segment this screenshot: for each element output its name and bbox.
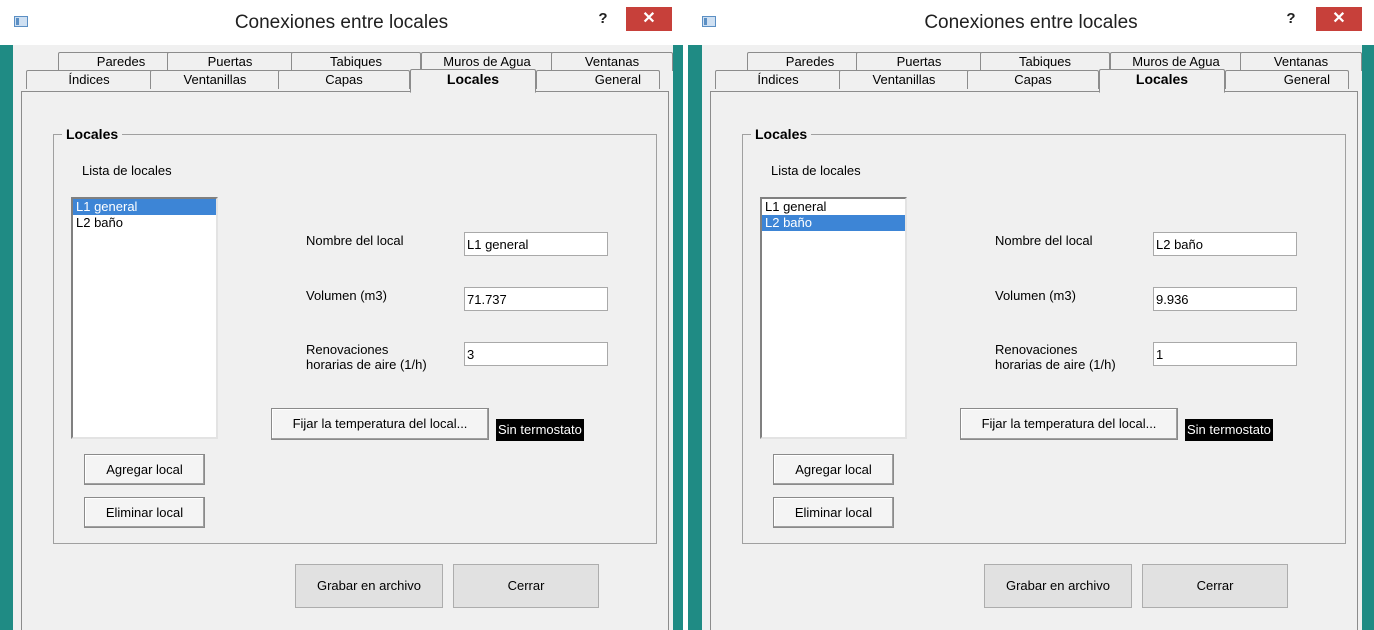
delete-local-button[interactable]: Eliminar local bbox=[773, 497, 894, 528]
window-frame-right bbox=[673, 45, 683, 630]
volume-field[interactable]: 71.737 bbox=[464, 287, 608, 311]
tab-ventanillas[interactable]: Ventanillas bbox=[839, 70, 969, 89]
thermostat-status: Sin termostato bbox=[1185, 419, 1273, 441]
volume-label: Volumen (m3) bbox=[306, 288, 387, 303]
tab-ventanas[interactable]: Ventanas bbox=[551, 52, 673, 71]
tab-tabiques[interactable]: Tabiques bbox=[291, 52, 421, 71]
tab-panel-locales: Locales Lista de locales L1 general L2 b… bbox=[710, 91, 1358, 630]
groupbox-title: Locales bbox=[62, 126, 123, 142]
dialog-window-right: Conexiones entre locales ? ✕ Locales Lis… bbox=[688, 0, 1374, 630]
add-local-button[interactable]: Agregar local bbox=[773, 454, 894, 485]
tab-capas[interactable]: Capas bbox=[967, 70, 1099, 89]
tab-locales[interactable]: Locales bbox=[1099, 69, 1225, 93]
name-label: Nombre del local bbox=[995, 233, 1093, 248]
save-to-file-button[interactable]: Grabar en archivo bbox=[984, 564, 1132, 608]
renov-label-line2: horarias de aire (1/h) bbox=[995, 357, 1116, 372]
list-item-l1-general[interactable]: L1 general bbox=[73, 199, 216, 215]
tab-indices[interactable]: Índices bbox=[26, 70, 152, 89]
tab-tabiques[interactable]: Tabiques bbox=[980, 52, 1110, 71]
groupbox-title: Locales bbox=[751, 126, 812, 142]
list-label: Lista de locales bbox=[771, 163, 861, 178]
title-bar[interactable]: Conexiones entre locales ? ✕ bbox=[0, 0, 683, 45]
tab-puertas[interactable]: Puertas bbox=[856, 52, 982, 71]
thermostat-status: Sin termostato bbox=[496, 419, 584, 441]
window-title: Conexiones entre locales bbox=[234, 12, 449, 33]
dialog-window-left: Conexiones entre locales ? ✕ Locales Lis… bbox=[0, 0, 683, 630]
list-item-l1-general[interactable]: L1 general bbox=[762, 199, 905, 215]
list-item-l2-bano[interactable]: L2 baño bbox=[762, 215, 905, 231]
name-field[interactable]: L1 general bbox=[464, 232, 608, 256]
tab-panel-locales: Locales Lista de locales L1 general L2 b… bbox=[21, 91, 669, 630]
list-item-l2-bano[interactable]: L2 baño bbox=[73, 215, 216, 231]
window-title: Conexiones entre locales bbox=[924, 12, 1138, 33]
tab-paredes[interactable]: Paredes bbox=[747, 52, 873, 71]
tab-general[interactable]: General bbox=[536, 70, 660, 89]
client-area: Locales Lista de locales L1 general L2 b… bbox=[13, 45, 673, 630]
renov-label-line2: horarias de aire (1/h) bbox=[306, 357, 427, 372]
tab-capas[interactable]: Capas bbox=[278, 70, 410, 89]
tab-puertas[interactable]: Puertas bbox=[167, 52, 293, 71]
help-button[interactable]: ? bbox=[592, 8, 614, 30]
tab-ventanas[interactable]: Ventanas bbox=[1240, 52, 1362, 71]
set-temperature-button[interactable]: Fijar la temperatura del local... bbox=[271, 408, 489, 440]
save-to-file-button[interactable]: Grabar en archivo bbox=[295, 564, 443, 608]
renovations-field[interactable]: 1 bbox=[1153, 342, 1297, 366]
window-frame-right bbox=[1362, 45, 1374, 630]
tab-ventanillas[interactable]: Ventanillas bbox=[150, 70, 280, 89]
tab-locales[interactable]: Locales bbox=[410, 69, 536, 93]
tab-general[interactable]: General bbox=[1225, 70, 1349, 89]
title-bar[interactable]: Conexiones entre locales ? ✕ bbox=[688, 0, 1374, 45]
close-button[interactable]: Cerrar bbox=[1142, 564, 1288, 608]
locales-listbox[interactable]: L1 general L2 baño bbox=[760, 197, 907, 439]
window-frame-left bbox=[688, 45, 702, 630]
list-label: Lista de locales bbox=[82, 163, 172, 178]
close-window-button[interactable]: ✕ bbox=[1316, 7, 1362, 31]
name-field[interactable]: L2 baño bbox=[1153, 232, 1297, 256]
renov-label-line1: Renovaciones bbox=[306, 342, 389, 357]
tab-paredes[interactable]: Paredes bbox=[58, 52, 184, 71]
delete-local-button[interactable]: Eliminar local bbox=[84, 497, 205, 528]
renovations-field[interactable]: 3 bbox=[464, 342, 608, 366]
volume-label: Volumen (m3) bbox=[995, 288, 1076, 303]
locales-listbox[interactable]: L1 general L2 baño bbox=[71, 197, 218, 439]
window-frame-left bbox=[0, 45, 13, 630]
add-local-button[interactable]: Agregar local bbox=[84, 454, 205, 485]
client-area: Locales Lista de locales L1 general L2 b… bbox=[702, 45, 1362, 630]
name-label: Nombre del local bbox=[306, 233, 404, 248]
volume-field[interactable]: 9.936 bbox=[1153, 287, 1297, 311]
help-button[interactable]: ? bbox=[1280, 8, 1302, 30]
set-temperature-button[interactable]: Fijar la temperatura del local... bbox=[960, 408, 1178, 440]
close-window-button[interactable]: ✕ bbox=[626, 7, 672, 31]
tab-indices[interactable]: Índices bbox=[715, 70, 841, 89]
renov-label-line1: Renovaciones bbox=[995, 342, 1078, 357]
close-button[interactable]: Cerrar bbox=[453, 564, 599, 608]
